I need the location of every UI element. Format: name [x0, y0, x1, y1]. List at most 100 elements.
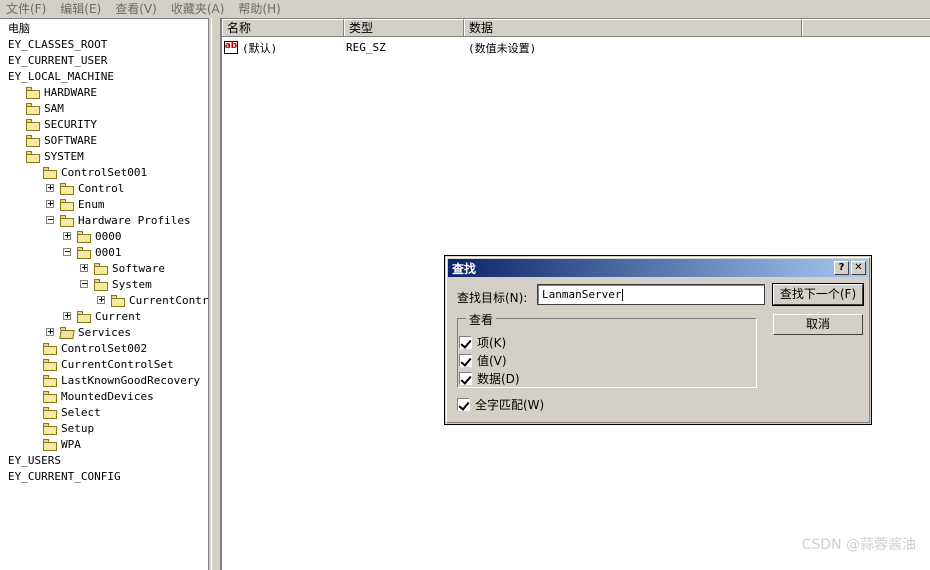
- folder-icon: [42, 342, 58, 356]
- menu-favorites[interactable]: 收藏夹(A): [164, 0, 232, 18]
- expand-icon[interactable]: [78, 261, 93, 277]
- pane-splitter[interactable]: [209, 18, 221, 570]
- folder-icon-body: [43, 425, 57, 435]
- checkbox-keys-label: 项(K): [477, 336, 507, 350]
- column-header[interactable]: 数据: [464, 19, 802, 36]
- collapse-icon[interactable]: [61, 245, 76, 261]
- tree-item[interactable]: ControlSet001: [0, 165, 208, 181]
- checkbox-data-box[interactable]: [459, 372, 472, 385]
- find-next-button[interactable]: 查找下一个(F): [772, 283, 864, 306]
- tree-item-label: EY_USERS: [8, 454, 61, 467]
- folder-icon: [59, 182, 75, 196]
- folder-icon-body: [60, 185, 74, 195]
- find-dialog[interactable]: 查找 ? ✕ 查找目标(N): LanmanServer 查找下一个(F) 取消…: [444, 255, 872, 425]
- tree-item[interactable]: LastKnownGoodRecovery: [0, 373, 208, 389]
- expand-icon[interactable]: [44, 197, 59, 213]
- tree-item[interactable]: SECURITY: [0, 117, 208, 133]
- list-header-row: 名称 类型 数据: [222, 19, 930, 37]
- find-input[interactable]: LanmanServer: [537, 284, 765, 305]
- tree-item[interactable]: HARDWARE: [0, 85, 208, 101]
- tree-item[interactable]: ControlSet002: [0, 341, 208, 357]
- tree-item-label: Services: [78, 326, 131, 339]
- checkbox-whole-word-box[interactable]: [457, 398, 470, 411]
- tree-item-label: LastKnownGoodRecovery: [61, 374, 201, 387]
- expand-icon[interactable]: [44, 181, 59, 197]
- folder-icon: [25, 102, 41, 116]
- checkbox-whole-word[interactable]: 全字匹配(W): [457, 396, 544, 413]
- menu-help[interactable]: 帮助(H): [231, 0, 287, 18]
- column-header[interactable]: 类型: [344, 19, 464, 36]
- column-header[interactable]: 名称: [222, 19, 344, 36]
- tree-item[interactable]: Services: [0, 325, 208, 341]
- registry-tree: 电脑 EY_CLASSES_ROOT EY_CURRENT_USER EY_LOCAL…: [0, 19, 208, 485]
- tree-item[interactable]: EY_CURRENT_CONFIG: [0, 469, 208, 485]
- tree-item[interactable]: CurrentControlSet: [0, 357, 208, 373]
- tree-item[interactable]: 0000: [0, 229, 208, 245]
- checkbox-keys-box[interactable]: [459, 336, 472, 349]
- menu-view[interactable]: 查看(V): [108, 0, 164, 18]
- column-header[interactable]: [802, 19, 930, 36]
- tree-item[interactable]: Enum: [0, 197, 208, 213]
- cell-data: (数值未设置): [468, 41, 537, 55]
- folder-icon-body: [77, 313, 91, 323]
- expand-icon[interactable]: [95, 293, 110, 309]
- dialog-title-bar[interactable]: 查找 ? ✕: [448, 259, 868, 277]
- tree-item[interactable]: SYSTEM: [0, 149, 208, 165]
- tree-item[interactable]: Control: [0, 181, 208, 197]
- registry-tree-pane[interactable]: 电脑 EY_CLASSES_ROOT EY_CURRENT_USER EY_LOCAL…: [0, 18, 209, 570]
- tree-item[interactable]: 0001: [0, 245, 208, 261]
- splitter-track[interactable]: [211, 18, 221, 570]
- tree-item[interactable]: SOFTWARE: [0, 133, 208, 149]
- tree-item-label: CurrentControlSet: [129, 294, 209, 307]
- folder-icon: [42, 374, 58, 388]
- folder-icon-body: [26, 137, 40, 147]
- menu-file[interactable]: 文件(F): [0, 0, 53, 18]
- tree-item[interactable]: EY_CLASSES_ROOT: [0, 37, 208, 53]
- checkbox-values-box[interactable]: [459, 354, 472, 367]
- tree-item[interactable]: WPA: [0, 437, 208, 453]
- find-target-label: 查找目标(N):: [457, 291, 528, 305]
- tree-item-label: Enum: [78, 198, 105, 211]
- tree-item[interactable]: Hardware Profiles: [0, 213, 208, 229]
- tree-item[interactable]: Current: [0, 309, 208, 325]
- expand-icon[interactable]: [44, 325, 59, 341]
- collapse-icon[interactable]: [44, 213, 59, 229]
- checkbox-keys[interactable]: 项(K): [459, 334, 506, 351]
- checkbox-data[interactable]: 数据(D): [459, 370, 520, 387]
- tree-item[interactable]: EY_CURRENT_USER: [0, 53, 208, 69]
- tree-item[interactable]: SAM: [0, 101, 208, 117]
- table-row[interactable]: ab (默认) REG_SZ (数值未设置): [222, 39, 930, 56]
- collapse-icon[interactable]: [78, 277, 93, 293]
- tree-item[interactable]: System: [0, 277, 208, 293]
- folder-open-icon: [59, 326, 75, 340]
- tree-item[interactable]: Software: [0, 261, 208, 277]
- tree-item[interactable]: 电脑: [0, 21, 208, 37]
- tree-item[interactable]: EY_USERS: [0, 453, 208, 469]
- tree-item[interactable]: Select: [0, 405, 208, 421]
- tree-item-label: CurrentControlSet: [61, 358, 174, 371]
- tree-item[interactable]: MountedDevices: [0, 389, 208, 405]
- tree-item[interactable]: CurrentControlSet: [0, 293, 208, 309]
- tree-item[interactable]: Setup: [0, 421, 208, 437]
- checkbox-values-label: 值(V): [477, 354, 507, 368]
- checkbox-values[interactable]: 值(V): [459, 352, 507, 369]
- close-icon[interactable]: ✕: [851, 261, 866, 275]
- cancel-button[interactable]: 取消: [773, 314, 863, 335]
- menu-edit[interactable]: 编辑(E): [53, 0, 108, 18]
- expand-icon[interactable]: [61, 229, 76, 245]
- tree-item[interactable]: EY_LOCAL_MACHINE: [0, 69, 208, 85]
- folder-icon: [42, 406, 58, 420]
- help-icon[interactable]: ?: [834, 261, 849, 275]
- expand-icon[interactable]: [61, 309, 76, 325]
